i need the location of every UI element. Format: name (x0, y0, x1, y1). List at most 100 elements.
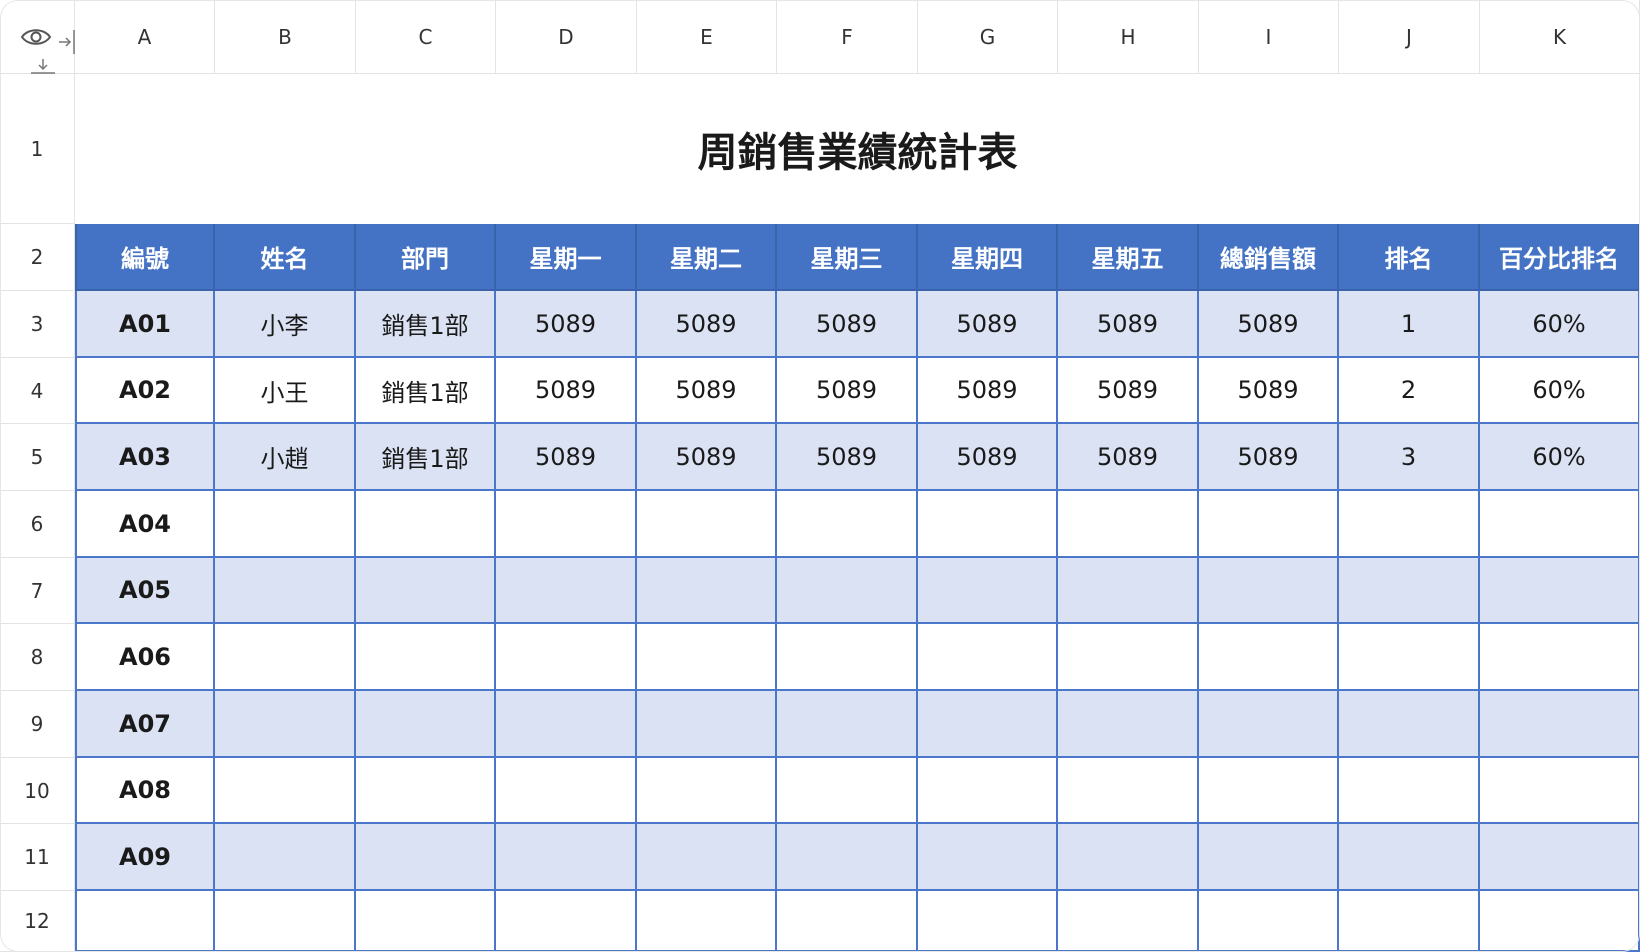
cell-i4[interactable]: 5089 (1199, 358, 1339, 424)
cell-d4[interactable]: 5089 (496, 358, 637, 424)
cell-j6[interactable] (1339, 491, 1480, 558)
cell-a10[interactable]: A08 (75, 758, 215, 824)
row-header-9[interactable]: 9 (0, 691, 75, 758)
cell-e10[interactable] (637, 758, 777, 824)
cell-g10[interactable] (918, 758, 1058, 824)
sheet-title-cell[interactable]: 周銷售業績統計表 (75, 74, 1640, 224)
cell-d8[interactable] (496, 624, 637, 691)
cell-i8[interactable] (1199, 624, 1339, 691)
table-header-cell-i[interactable]: 總銷售額 (1199, 224, 1339, 291)
cell-g11[interactable] (918, 824, 1058, 891)
cell-f6[interactable] (777, 491, 918, 558)
cell-c12[interactable] (356, 891, 496, 952)
row-header-8[interactable]: 8 (0, 624, 75, 691)
cell-i6[interactable] (1199, 491, 1339, 558)
cell-d3[interactable]: 5089 (496, 291, 637, 358)
cell-i3[interactable]: 5089 (1199, 291, 1339, 358)
cell-j7[interactable] (1339, 558, 1480, 624)
table-header-cell-f[interactable]: 星期三 (777, 224, 918, 291)
table-header-cell-b[interactable]: 姓名 (215, 224, 356, 291)
cell-k11[interactable] (1480, 824, 1640, 891)
cell-c4[interactable]: 銷售1部 (356, 358, 496, 424)
cell-a11[interactable]: A09 (75, 824, 215, 891)
cell-h10[interactable] (1058, 758, 1199, 824)
table-header-cell-j[interactable]: 排名 (1339, 224, 1480, 291)
cell-h8[interactable] (1058, 624, 1199, 691)
cell-j11[interactable] (1339, 824, 1480, 891)
column-header-c[interactable]: C (356, 0, 496, 74)
row-header-5[interactable]: 5 (0, 424, 75, 491)
cell-e8[interactable] (637, 624, 777, 691)
cell-a6[interactable]: A04 (75, 491, 215, 558)
cell-e5[interactable]: 5089 (637, 424, 777, 491)
cell-i9[interactable] (1199, 691, 1339, 758)
cell-c8[interactable] (356, 624, 496, 691)
cell-e9[interactable] (637, 691, 777, 758)
cell-d5[interactable]: 5089 (496, 424, 637, 491)
table-header-cell-d[interactable]: 星期一 (496, 224, 637, 291)
cell-j9[interactable] (1339, 691, 1480, 758)
row-header-2[interactable]: 2 (0, 224, 75, 291)
row-header-4[interactable]: 4 (0, 358, 75, 424)
cell-d12[interactable] (496, 891, 637, 952)
cell-a5[interactable]: A03 (75, 424, 215, 491)
cell-f4[interactable]: 5089 (777, 358, 918, 424)
cell-i12[interactable] (1199, 891, 1339, 952)
cell-a7[interactable]: A05 (75, 558, 215, 624)
cell-h7[interactable] (1058, 558, 1199, 624)
column-header-d[interactable]: D (496, 0, 637, 74)
cell-c5[interactable]: 銷售1部 (356, 424, 496, 491)
cell-k9[interactable] (1480, 691, 1640, 758)
cell-f7[interactable] (777, 558, 918, 624)
cell-g7[interactable] (918, 558, 1058, 624)
cell-g8[interactable] (918, 624, 1058, 691)
cell-j3[interactable]: 1 (1339, 291, 1480, 358)
cell-h3[interactable]: 5089 (1058, 291, 1199, 358)
cell-d9[interactable] (496, 691, 637, 758)
cell-b10[interactable] (215, 758, 356, 824)
cell-j4[interactable]: 2 (1339, 358, 1480, 424)
cell-b9[interactable] (215, 691, 356, 758)
column-header-k[interactable]: K (1480, 0, 1640, 74)
table-header-cell-g[interactable]: 星期四 (918, 224, 1058, 291)
cell-k6[interactable] (1480, 491, 1640, 558)
cell-f10[interactable] (777, 758, 918, 824)
cell-g6[interactable] (918, 491, 1058, 558)
cell-i7[interactable] (1199, 558, 1339, 624)
table-header-cell-c[interactable]: 部門 (356, 224, 496, 291)
row-header-11[interactable]: 11 (0, 824, 75, 891)
cell-h6[interactable] (1058, 491, 1199, 558)
column-header-h[interactable]: H (1058, 0, 1199, 74)
cell-a8[interactable]: A06 (75, 624, 215, 691)
table-header-cell-h[interactable]: 星期五 (1058, 224, 1199, 291)
row-header-1[interactable]: 1 (0, 74, 75, 224)
cell-j5[interactable]: 3 (1339, 424, 1480, 491)
cell-d10[interactable] (496, 758, 637, 824)
cell-k3[interactable]: 60% (1480, 291, 1640, 358)
cell-d7[interactable] (496, 558, 637, 624)
cell-g4[interactable]: 5089 (918, 358, 1058, 424)
cell-e7[interactable] (637, 558, 777, 624)
column-header-e[interactable]: E (637, 0, 777, 74)
cell-f11[interactable] (777, 824, 918, 891)
table-header-cell-k[interactable]: 百分比排名 (1480, 224, 1640, 291)
cell-e11[interactable] (637, 824, 777, 891)
column-header-i[interactable]: I (1199, 0, 1339, 74)
table-header-cell-a[interactable]: 編號 (75, 224, 215, 291)
column-header-f[interactable]: F (777, 0, 918, 74)
cell-h11[interactable] (1058, 824, 1199, 891)
cell-b3[interactable]: 小李 (215, 291, 356, 358)
column-header-g[interactable]: G (918, 0, 1058, 74)
cell-c7[interactable] (356, 558, 496, 624)
column-header-j[interactable]: J (1339, 0, 1480, 74)
cell-c6[interactable] (356, 491, 496, 558)
cell-k10[interactable] (1480, 758, 1640, 824)
cell-f8[interactable] (777, 624, 918, 691)
row-header-7[interactable]: 7 (0, 558, 75, 624)
cell-a3[interactable]: A01 (75, 291, 215, 358)
cell-k8[interactable] (1480, 624, 1640, 691)
cell-f3[interactable]: 5089 (777, 291, 918, 358)
cell-i10[interactable] (1199, 758, 1339, 824)
cell-f9[interactable] (777, 691, 918, 758)
eye-icon[interactable] (20, 26, 52, 48)
